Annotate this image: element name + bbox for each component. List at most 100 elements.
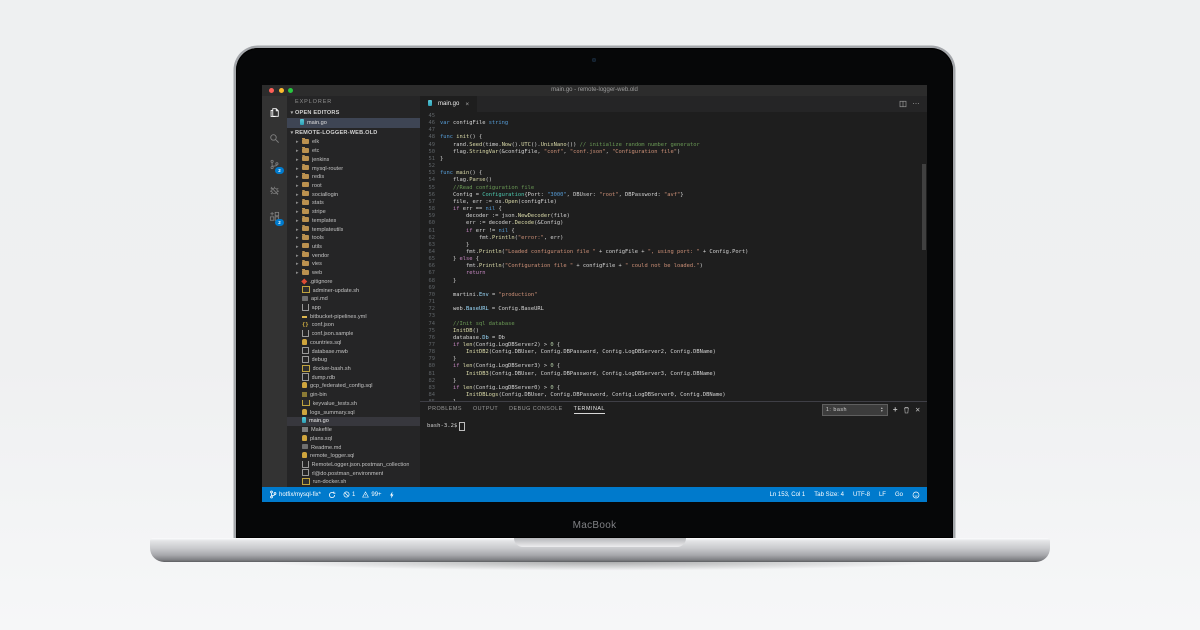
add-terminal-icon[interactable]: +: [893, 405, 898, 414]
tree-item[interactable]: conf.json.sample: [287, 329, 420, 339]
tree-item-label: vendor: [312, 252, 330, 259]
tree-item[interactable]: Makefile: [287, 426, 420, 435]
tree-item[interactable]: database.mwb: [287, 347, 420, 356]
vscode-window: main.go - remote-logger-web.old 22 EXPLO…: [262, 85, 927, 502]
minimize-window-button[interactable]: [278, 88, 284, 93]
zoom-window-button[interactable]: [288, 88, 293, 93]
code-text: //Read configuration file: [440, 184, 535, 191]
tree-item[interactable]: ▸ vies: [287, 260, 420, 269]
tree-item[interactable]: main.go: [287, 417, 420, 426]
panel-tab-debug-console[interactable]: DEBUG CONSOLE: [509, 406, 563, 414]
more-actions-icon[interactable]: ⋯: [913, 100, 921, 108]
status-tab-size[interactable]: Tab Size: 4: [814, 492, 844, 498]
bolt-icon: [389, 491, 395, 499]
code-text: fmt.Println("Configuration file " + conf…: [440, 263, 703, 270]
tree-item-label: remote_logger.sql: [310, 453, 355, 460]
tree-item-label: logs_summary.sql: [310, 409, 355, 416]
project-root-header[interactable]: ▾ REMOTE-LOGGER-WEB.OLD: [287, 128, 420, 138]
tree-item[interactable]: ▸ sociallogin: [287, 190, 420, 199]
tree-item[interactable]: ▸ stripe: [287, 207, 420, 217]
tree-item[interactable]: {} conf.json: [287, 321, 420, 330]
tree-item[interactable]: RemoteLogger.json.postman_collection: [287, 460, 420, 470]
terminal-shell-select[interactable]: 1: bash ▲ ▼: [821, 403, 888, 416]
tree-item-label: RemoteLogger.json.postman_collection: [311, 461, 410, 468]
makefile-icon: [302, 426, 311, 434]
tree-item[interactable]: api.md: [287, 295, 420, 304]
activity-item-explorer[interactable]: [262, 99, 287, 125]
editor-tab-main.go[interactable]: main.go ×: [420, 96, 478, 112]
status-errors[interactable]: 1: [343, 491, 355, 498]
bottom-panel: PROBLEMS OUTPUT DEBUG CONSOLE TERMINAL 1: b…: [420, 401, 927, 489]
status-encoding[interactable]: UTF-8: [853, 492, 870, 498]
tree-item[interactable]: plans.sql: [287, 434, 420, 443]
close-window-button[interactable]: [269, 88, 274, 93]
tree-item[interactable]: ▸ tools: [287, 233, 420, 243]
tree-item[interactable]: bitbucket-pipelines.yml: [287, 312, 420, 321]
activity-item-extensions[interactable]: 2: [262, 203, 287, 229]
panel-tab-terminal[interactable]: TERMINAL: [573, 406, 605, 414]
code-text: InitDB(): [452, 327, 479, 334]
code-text: }: [440, 277, 457, 284]
code-editor[interactable]: 45 46 var configFile string 47 48 func init()…: [420, 112, 927, 401]
tree-item[interactable]: ▸ mysql-router: [287, 164, 420, 173]
status-git-branch[interactable]: hotfix/mysql-fix*: [269, 490, 321, 499]
status-cursor-position-label: Ln 153, Col 1: [769, 491, 806, 498]
tree-item[interactable]: adminer-update.sh: [287, 286, 420, 295]
line-number: 48: [428, 134, 436, 141]
panel-tab-problems[interactable]: PROBLEMS: [428, 406, 462, 414]
tree-item[interactable]: ▸ web: [287, 268, 420, 278]
tree-item[interactable]: ▸ stats: [287, 199, 420, 208]
tree-item[interactable]: gcp_federated_config.sql: [287, 382, 420, 391]
status-eol[interactable]: LF: [879, 492, 886, 498]
tree-item-label: stripe: [312, 209, 326, 216]
trash-icon[interactable]: [903, 406, 910, 414]
tree-item[interactable]: .gitignore: [287, 278, 420, 287]
tree-item[interactable]: ▸ templates: [287, 216, 420, 225]
activity-item-debug[interactable]: [262, 177, 287, 203]
tree-item[interactable]: app: [287, 303, 420, 313]
close-icon[interactable]: ✕: [915, 406, 921, 414]
tree-item[interactable]: keyvalue_tests.sh: [287, 399, 420, 409]
status-feedback-smiley[interactable]: [912, 491, 920, 499]
tree-item[interactable]: dump.rdb: [287, 373, 420, 382]
tree-item[interactable]: ▸ utils: [287, 242, 420, 252]
tree-item[interactable]: ▸ jenkins: [287, 155, 420, 164]
tree-item[interactable]: ▸ vendor: [287, 251, 420, 260]
split-editor-icon[interactable]: [899, 100, 907, 108]
status-feedback-bolt[interactable]: [389, 491, 395, 499]
go-icon: [300, 119, 307, 127]
tree-item[interactable]: ▸ redis: [287, 172, 420, 182]
tree-item-label: debug: [311, 357, 328, 364]
tree-item[interactable]: ▸ templateutils: [287, 225, 420, 234]
editor-scrollbar[interactable]: [922, 164, 926, 250]
tree-item[interactable]: debug: [287, 355, 420, 365]
macbook-base-notch: [514, 538, 686, 547]
tab-close-icon[interactable]: ×: [465, 101, 469, 108]
tree-item[interactable]: ▸ root: [287, 181, 420, 191]
terminal-content[interactable]: bash-3.2$: [420, 417, 927, 436]
tree-item[interactable]: remote_logger.sql: [287, 452, 420, 461]
code-line: 57 file, err := os.Open(configFile): [420, 199, 927, 206]
window-controls[interactable]: [269, 88, 293, 93]
status-cursor-position[interactable]: Ln 153, Col 1: [770, 492, 806, 498]
tree-item[interactable]: logs_summary.sql: [287, 408, 420, 417]
tree-item[interactable]: gin-bin: [287, 391, 420, 400]
tree-item[interactable]: countries.sql: [287, 338, 420, 348]
tree-item[interactable]: rl@do.postman_environment: [287, 469, 420, 478]
tree-item[interactable]: Readme.md: [287, 443, 420, 452]
open-editor-item[interactable]: main.go: [287, 118, 420, 128]
activity-item-source-control[interactable]: 2: [262, 151, 287, 177]
open-editors-header[interactable]: ▾ OPEN EDITORS: [287, 108, 420, 118]
sync-icon: [328, 491, 336, 499]
panel-tab-output[interactable]: OUTPUT: [473, 406, 498, 414]
status-sync[interactable]: [328, 491, 336, 499]
tree-item[interactable]: ▸ elk: [287, 138, 420, 147]
activity-item-search[interactable]: [262, 125, 287, 151]
tree-item[interactable]: run-docker.sh: [287, 478, 420, 487]
status-language-mode[interactable]: Go: [895, 492, 903, 498]
tree-item[interactable]: ▸ etc: [287, 146, 420, 156]
tree-item[interactable]: docker-bash.sh: [287, 364, 420, 374]
line-number: 80: [428, 363, 436, 370]
code-text: if len(Config.LogDBServer2) > 0 {: [452, 342, 561, 348]
status-warnings[interactable]: 99+: [362, 491, 382, 498]
